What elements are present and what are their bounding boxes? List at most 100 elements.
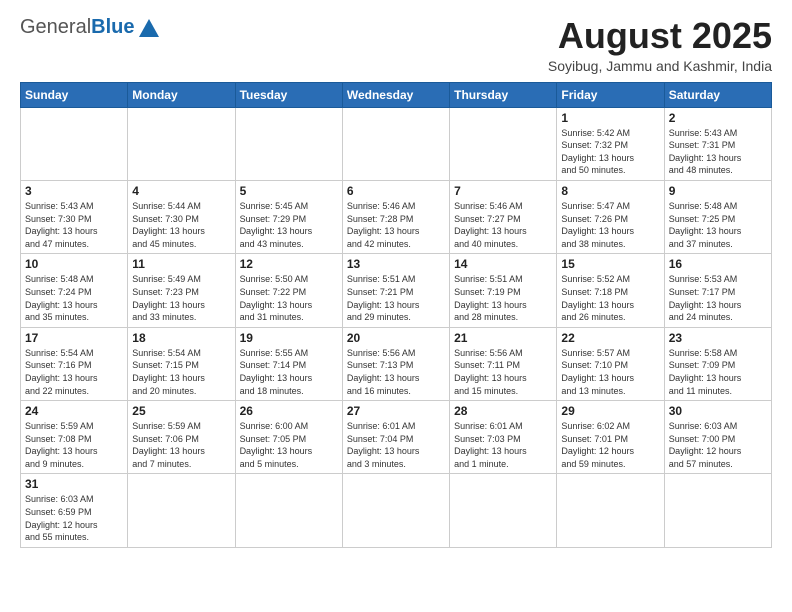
day-number: 17 (25, 331, 123, 345)
day-number: 26 (240, 404, 338, 418)
day-number: 16 (669, 257, 767, 271)
day-info: Sunrise: 5:46 AM Sunset: 7:27 PM Dayligh… (454, 200, 552, 250)
day-info: Sunrise: 6:01 AM Sunset: 7:04 PM Dayligh… (347, 420, 445, 470)
day-info: Sunrise: 5:54 AM Sunset: 7:15 PM Dayligh… (132, 347, 230, 397)
day-info: Sunrise: 6:02 AM Sunset: 7:01 PM Dayligh… (561, 420, 659, 470)
logo-blue-text: Blue (91, 16, 134, 39)
day-number: 4 (132, 184, 230, 198)
day-number: 14 (454, 257, 552, 271)
day-number: 21 (454, 331, 552, 345)
day-number: 19 (240, 331, 338, 345)
header: General Blue August 2025 Soyibug, Jammu … (20, 16, 772, 74)
day-info: Sunrise: 5:44 AM Sunset: 7:30 PM Dayligh… (132, 200, 230, 250)
day-info: Sunrise: 5:42 AM Sunset: 7:32 PM Dayligh… (561, 127, 659, 177)
day-number: 23 (669, 331, 767, 345)
day-number: 13 (347, 257, 445, 271)
calendar-cell (235, 474, 342, 547)
logo-general-text: General (20, 16, 91, 39)
day-number: 15 (561, 257, 659, 271)
day-info: Sunrise: 6:00 AM Sunset: 7:05 PM Dayligh… (240, 420, 338, 470)
day-info: Sunrise: 5:47 AM Sunset: 7:26 PM Dayligh… (561, 200, 659, 250)
calendar-cell: 5 Sunrise: 5:45 AM Sunset: 7:29 PM Daylig… (235, 180, 342, 253)
calendar-cell: 15 Sunrise: 5:52 AM Sunset: 7:18 PM Dayli… (557, 254, 664, 327)
day-number: 24 (25, 404, 123, 418)
day-info: Sunrise: 5:53 AM Sunset: 7:17 PM Dayligh… (669, 273, 767, 323)
day-number: 30 (669, 404, 767, 418)
weekday-header-tuesday: Tuesday (235, 82, 342, 107)
calendar-cell (128, 107, 235, 180)
calendar-cell: 1 Sunrise: 5:42 AM Sunset: 7:32 PM Daylig… (557, 107, 664, 180)
day-number: 2 (669, 111, 767, 125)
calendar-cell (664, 474, 771, 547)
logo-triangle-icon (138, 18, 160, 38)
day-number: 11 (132, 257, 230, 271)
calendar-cell: 19 Sunrise: 5:55 AM Sunset: 7:14 PM Dayli… (235, 327, 342, 400)
calendar-cell: 27 Sunrise: 6:01 AM Sunset: 7:04 PM Dayli… (342, 401, 449, 474)
calendar-cell: 24 Sunrise: 5:59 AM Sunset: 7:08 PM Dayli… (21, 401, 128, 474)
calendar-cell: 30Sunrise: 6:03 AM Sunset: 7:00 PM Dayli… (664, 401, 771, 474)
calendar-cell: 29 Sunrise: 6:02 AM Sunset: 7:01 PM Dayli… (557, 401, 664, 474)
calendar-cell: 12Sunrise: 5:50 AM Sunset: 7:22 PM Dayli… (235, 254, 342, 327)
calendar-cell: 6 Sunrise: 5:46 AM Sunset: 7:28 PM Daylig… (342, 180, 449, 253)
calendar-cell (450, 474, 557, 547)
weekday-header-row: SundayMondayTuesdayWednesdayThursdayFrid… (21, 82, 772, 107)
day-info: Sunrise: 5:50 AM Sunset: 7:22 PM Dayligh… (240, 273, 338, 323)
calendar-cell: 31 Sunrise: 6:03 AM Sunset: 6:59 PM Dayli… (21, 474, 128, 547)
week-row-6: 31 Sunrise: 6:03 AM Sunset: 6:59 PM Dayli… (21, 474, 772, 547)
day-number: 29 (561, 404, 659, 418)
day-info: Sunrise: 5:51 AM Sunset: 7:21 PM Dayligh… (347, 273, 445, 323)
calendar-cell: 8Sunrise: 5:47 AM Sunset: 7:26 PM Daylig… (557, 180, 664, 253)
week-row-4: 17Sunrise: 5:54 AM Sunset: 7:16 PM Dayli… (21, 327, 772, 400)
weekday-header-friday: Friday (557, 82, 664, 107)
calendar-cell (557, 474, 664, 547)
week-row-1: 1 Sunrise: 5:42 AM Sunset: 7:32 PM Daylig… (21, 107, 772, 180)
weekday-header-monday: Monday (128, 82, 235, 107)
day-number: 22 (561, 331, 659, 345)
day-number: 31 (25, 477, 123, 491)
day-info: Sunrise: 5:43 AM Sunset: 7:31 PM Dayligh… (669, 127, 767, 177)
calendar-cell: 16 Sunrise: 5:53 AM Sunset: 7:17 PM Dayli… (664, 254, 771, 327)
calendar-cell (235, 107, 342, 180)
day-number: 5 (240, 184, 338, 198)
day-info: Sunrise: 5:51 AM Sunset: 7:19 PM Dayligh… (454, 273, 552, 323)
calendar-cell: 23 Sunrise: 5:58 AM Sunset: 7:09 PM Dayli… (664, 327, 771, 400)
weekday-header-saturday: Saturday (664, 82, 771, 107)
day-number: 9 (669, 184, 767, 198)
calendar-cell: 13 Sunrise: 5:51 AM Sunset: 7:21 PM Dayli… (342, 254, 449, 327)
day-number: 1 (561, 111, 659, 125)
calendar-cell: 4 Sunrise: 5:44 AM Sunset: 7:30 PM Daylig… (128, 180, 235, 253)
calendar-cell (128, 474, 235, 547)
day-info: Sunrise: 6:03 AM Sunset: 6:59 PM Dayligh… (25, 493, 123, 543)
calendar-cell (342, 107, 449, 180)
weekday-header-wednesday: Wednesday (342, 82, 449, 107)
calendar-cell: 22Sunrise: 5:57 AM Sunset: 7:10 PM Dayli… (557, 327, 664, 400)
day-info: Sunrise: 5:58 AM Sunset: 7:09 PM Dayligh… (669, 347, 767, 397)
calendar-cell: 11Sunrise: 5:49 AM Sunset: 7:23 PM Dayli… (128, 254, 235, 327)
day-number: 6 (347, 184, 445, 198)
calendar-cell: 20Sunrise: 5:56 AM Sunset: 7:13 PM Dayli… (342, 327, 449, 400)
weekday-header-sunday: Sunday (21, 82, 128, 107)
day-number: 7 (454, 184, 552, 198)
calendar-cell: 17Sunrise: 5:54 AM Sunset: 7:16 PM Dayli… (21, 327, 128, 400)
calendar-cell: 7 Sunrise: 5:46 AM Sunset: 7:27 PM Daylig… (450, 180, 557, 253)
day-info: Sunrise: 5:48 AM Sunset: 7:24 PM Dayligh… (25, 273, 123, 323)
day-info: Sunrise: 5:43 AM Sunset: 7:30 PM Dayligh… (25, 200, 123, 250)
calendar-cell: 2 Sunrise: 5:43 AM Sunset: 7:31 PM Daylig… (664, 107, 771, 180)
calendar-cell: 25Sunrise: 5:59 AM Sunset: 7:06 PM Dayli… (128, 401, 235, 474)
day-info: Sunrise: 5:46 AM Sunset: 7:28 PM Dayligh… (347, 200, 445, 250)
day-info: Sunrise: 5:59 AM Sunset: 7:08 PM Dayligh… (25, 420, 123, 470)
week-row-2: 3Sunrise: 5:43 AM Sunset: 7:30 PM Daylig… (21, 180, 772, 253)
weekday-header-thursday: Thursday (450, 82, 557, 107)
day-number: 27 (347, 404, 445, 418)
day-number: 28 (454, 404, 552, 418)
calendar-cell: 28 Sunrise: 6:01 AM Sunset: 7:03 PM Dayli… (450, 401, 557, 474)
calendar-table: SundayMondayTuesdayWednesdayThursdayFrid… (20, 82, 772, 548)
day-info: Sunrise: 5:52 AM Sunset: 7:18 PM Dayligh… (561, 273, 659, 323)
calendar-cell (21, 107, 128, 180)
week-row-3: 10Sunrise: 5:48 AM Sunset: 7:24 PM Dayli… (21, 254, 772, 327)
calendar-cell (450, 107, 557, 180)
week-row-5: 24 Sunrise: 5:59 AM Sunset: 7:08 PM Dayli… (21, 401, 772, 474)
day-info: Sunrise: 6:01 AM Sunset: 7:03 PM Dayligh… (454, 420, 552, 470)
day-info: Sunrise: 5:55 AM Sunset: 7:14 PM Dayligh… (240, 347, 338, 397)
day-info: Sunrise: 5:45 AM Sunset: 7:29 PM Dayligh… (240, 200, 338, 250)
